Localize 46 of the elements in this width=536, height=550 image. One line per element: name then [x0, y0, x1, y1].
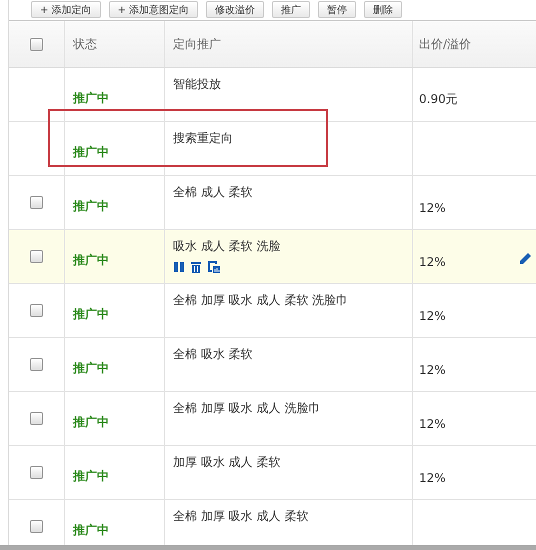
bid-value: 12%: [419, 308, 446, 322]
status-text: 推广中: [73, 144, 109, 161]
select-all-checkbox[interactable]: [30, 38, 43, 50]
row-checkbox[interactable]: [30, 196, 43, 209]
toolbar-button[interactable]: 推广: [272, 1, 310, 18]
row-checkbox[interactable]: [30, 304, 43, 317]
keyword-text: 全棉 加厚 吸水 成人 柔软: [173, 508, 308, 525]
bid-value: 12%: [419, 200, 446, 214]
row-checkbox[interactable]: [30, 358, 43, 371]
keyword-text: 全棉 加厚 吸水 成人 柔软 洗脸巾: [173, 292, 348, 309]
bid-value: 12%: [419, 254, 446, 268]
status-text: 推广中: [73, 360, 109, 377]
keyword-text: 全棉 吸水 柔软: [173, 346, 253, 363]
bid-value: 12%: [419, 362, 446, 376]
bid-value: 12%: [419, 470, 446, 484]
keyword-text: 搜索重定向: [173, 130, 233, 147]
status-text: 推广中: [73, 468, 109, 485]
keyword-text: 全棉 加厚 吸水 成人 洗脸巾: [173, 400, 320, 417]
pause-icon[interactable]: [173, 260, 185, 272]
row-checkbox[interactable]: [30, 520, 43, 533]
toolbar-button[interactable]: 暂停: [318, 1, 356, 18]
trash-icon[interactable]: [190, 260, 202, 272]
status-text: 推广中: [73, 306, 109, 323]
keyword-text: 全棉 成人 柔软: [173, 184, 253, 201]
status-text: 推广中: [73, 252, 109, 269]
status-text: 推广中: [73, 90, 109, 107]
status-text: 推广中: [73, 198, 109, 215]
column-header: 定向推广: [173, 36, 221, 52]
row-checkbox[interactable]: [30, 412, 43, 425]
chart-icon[interactable]: [207, 260, 220, 273]
bid-value: 0.90元: [419, 91, 458, 108]
keyword-text: 吸水 成人 柔软 洗脸: [173, 238, 280, 255]
row-checkbox[interactable]: [30, 250, 43, 263]
bid-value: 12%: [419, 416, 446, 430]
row-checkbox[interactable]: [30, 466, 43, 479]
column-header: 状态: [73, 36, 97, 52]
status-text: 推广中: [73, 414, 109, 431]
column-header: 出价/溢价: [419, 36, 472, 52]
status-text: 推广中: [73, 522, 109, 539]
toolbar-button[interactable]: + 添加定向: [31, 1, 101, 18]
toolbar-button[interactable]: 删除: [364, 1, 402, 18]
toolbar-button[interactable]: + 添加意图定向: [108, 1, 198, 18]
keyword-text: 加厚 吸水 成人 柔软: [173, 454, 280, 471]
toolbar-button[interactable]: 修改溢价: [206, 1, 264, 18]
pencil-icon[interactable]: [518, 252, 532, 266]
keyword-text: 智能投放: [173, 76, 221, 93]
